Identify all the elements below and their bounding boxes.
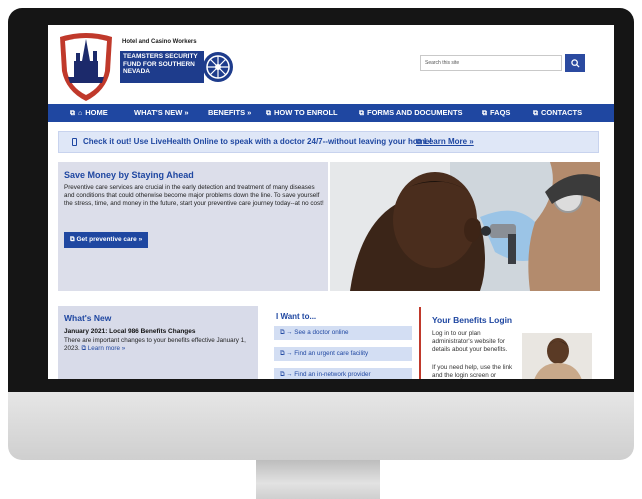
i-want-to-panel: I Want to... ⧉ → See a doctor online ⧉ →… bbox=[270, 306, 416, 379]
nav-whats-new[interactable]: WHAT'S NEW » bbox=[134, 104, 189, 122]
nav-forms-and-documents[interactable]: ⧉ FORMS AND DOCUMENTS bbox=[359, 104, 463, 122]
hero-panel: Save Money by Staying Ahead Preventive c… bbox=[58, 162, 328, 291]
teamsters-wheel-icon bbox=[203, 52, 233, 82]
search-input[interactable]: Search this site bbox=[420, 55, 562, 71]
website-screen: Hotel and Casino Workers TEAMSTERS SECUR… bbox=[48, 25, 614, 379]
external-link-icon: ⧉ bbox=[359, 110, 364, 117]
nav-faqs[interactable]: ⧉ FAQS bbox=[482, 104, 510, 122]
phone-icon bbox=[72, 138, 77, 146]
i-want-item-label: → Find an in-network provider bbox=[286, 371, 371, 378]
search-button[interactable] bbox=[565, 54, 585, 72]
livehealth-banner: Check it out! Use LiveHealth Online to s… bbox=[58, 131, 599, 153]
main-nav: ⧉ ⌂ HOME WHAT'S NEW » BENEFITS » ⧉ HOW TO E… bbox=[48, 104, 614, 122]
monitor-chin bbox=[8, 392, 634, 460]
benefits-login-title: Your Benefits Login bbox=[432, 315, 513, 325]
preventive-care-button[interactable]: ⧉ Get preventive care » bbox=[64, 232, 149, 248]
benefits-login-body: Log in to our plan administrator's websi… bbox=[432, 330, 508, 353]
logo-shield-icon[interactable] bbox=[56, 31, 116, 103]
nav-forms-label: FORMS AND DOCUMENTS bbox=[367, 108, 463, 117]
benefits-login-panel: Your Benefits Login Log in to our plan a… bbox=[426, 306, 614, 379]
external-link-icon: ⧉ bbox=[416, 137, 424, 146]
nav-contacts[interactable]: ⧉ CONTACTS bbox=[533, 104, 582, 122]
external-link-icon: ⧉ bbox=[81, 345, 87, 352]
nav-how-to-enroll-label: HOW TO ENROLL bbox=[274, 108, 338, 117]
benefits-login-photo bbox=[522, 333, 592, 379]
banner-learn-more-link[interactable]: ⧉ Learn More » bbox=[416, 132, 474, 152]
nav-faqs-label: FAQS bbox=[490, 108, 511, 117]
external-link-icon: ⧉ bbox=[70, 110, 75, 117]
whats-new-title: What's New bbox=[64, 313, 112, 323]
whats-new-panel: What's New January 2021: Local 986 Benef… bbox=[58, 306, 258, 379]
nav-home[interactable]: ⧉ ⌂ HOME bbox=[70, 104, 108, 122]
nav-contacts-label: CONTACTS bbox=[541, 108, 583, 117]
hero-photo-doctor-exam bbox=[330, 162, 600, 291]
external-link-icon: ⧉ bbox=[533, 110, 538, 117]
preventive-care-button-label: Get preventive care » bbox=[76, 236, 143, 243]
banner-learn-more-label: Learn More » bbox=[423, 137, 474, 146]
monitor-stand bbox=[256, 460, 380, 499]
site-header: Hotel and Casino Workers TEAMSTERS SECUR… bbox=[48, 25, 614, 101]
home-icon: ⌂ bbox=[78, 110, 83, 117]
hero-body: Preventive care services are crucial in … bbox=[64, 184, 324, 208]
logo-line-2: FUND FOR SOUTHERN bbox=[123, 60, 195, 68]
i-want-item-doctor-online[interactable]: ⧉ → See a doctor online bbox=[274, 326, 412, 340]
hero-title: Save Money by Staying Ahead bbox=[64, 170, 194, 180]
logo-top-text: Hotel and Casino Workers bbox=[122, 39, 197, 45]
whats-new-body: There are important changes to your bene… bbox=[64, 337, 260, 353]
i-want-item-label: → Find an urgent care facility bbox=[286, 350, 369, 357]
nav-home-label: HOME bbox=[85, 108, 108, 117]
search-icon bbox=[570, 58, 580, 68]
benefits-login-help: If you need help, use the link and the l… bbox=[432, 364, 513, 379]
i-want-item-label: → See a doctor online bbox=[286, 329, 349, 336]
logo-wordmark[interactable]: TEAMSTERS SECURITY FUND FOR SOUTHERN NEV… bbox=[120, 51, 204, 83]
banner-text: Check it out! Use LiveHealth Online to s… bbox=[83, 137, 432, 146]
nav-how-to-enroll[interactable]: ⧉ HOW TO ENROLL bbox=[266, 104, 338, 122]
whats-new-learn-more-link[interactable]: ⧉ Learn more » bbox=[82, 345, 126, 352]
i-want-to-title: I Want to... bbox=[276, 312, 317, 321]
whats-new-subtitle: January 2021: Local 986 Benefits Changes bbox=[64, 328, 196, 335]
whats-new-learn-more-label: Learn more » bbox=[87, 345, 126, 352]
external-link-icon: ⧉ bbox=[482, 110, 487, 117]
i-want-item-urgent-care[interactable]: ⧉ → Find an urgent care facility bbox=[274, 347, 412, 361]
logo-line-3: NEVADA bbox=[123, 68, 150, 76]
logo-line-1: TEAMSTERS SECURITY bbox=[123, 53, 198, 60]
nav-benefits[interactable]: BENEFITS » bbox=[208, 104, 251, 122]
external-link-icon: ⧉ bbox=[266, 110, 271, 117]
column-divider bbox=[419, 307, 421, 379]
i-want-item-in-network-provider[interactable]: ⧉ → Find an in-network provider bbox=[274, 368, 412, 379]
